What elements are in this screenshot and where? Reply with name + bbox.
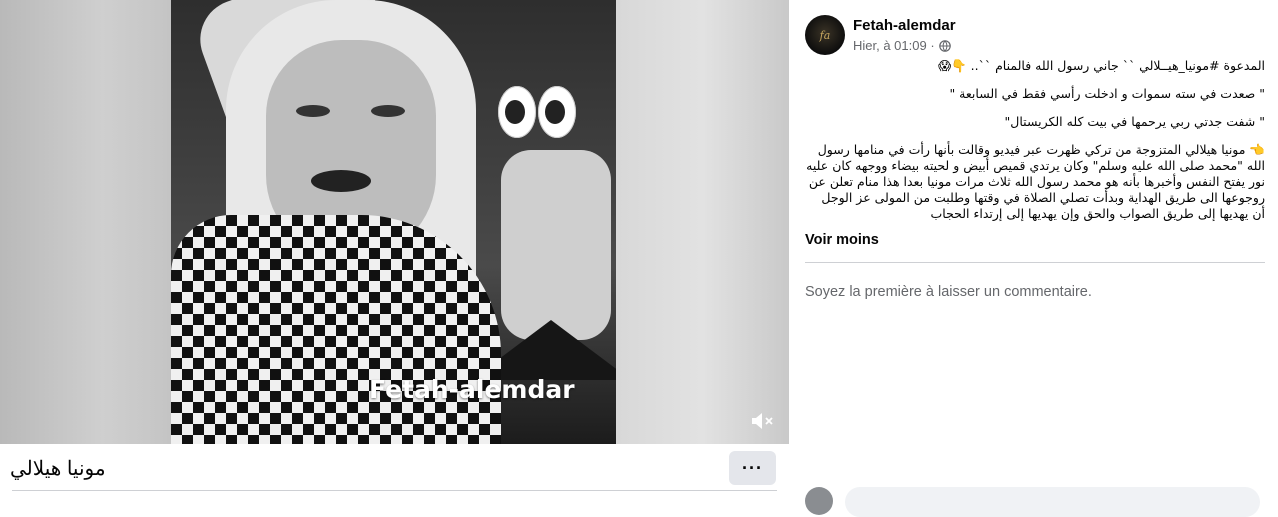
media-title: مونيا هيلالي [10, 458, 106, 480]
empty-comments-hint: Soyez la première à laisser un commentai… [805, 284, 1092, 300]
more-options-button[interactable]: ··· [729, 451, 776, 485]
caption-divider [12, 490, 777, 491]
page-avatar[interactable]: fa [805, 15, 845, 55]
panel-divider [805, 262, 1265, 263]
video-chair [501, 150, 611, 340]
post-body: المدعوة #مونيا_هيــلالي `` جاني رسول الل… [805, 58, 1265, 222]
commenter-avatar [805, 487, 833, 515]
video-watermark: Fetah-alemdar [369, 375, 575, 404]
post-line-4: 👈 مونيا هيلالي المتزوجة من تركي ظهرت عبر… [806, 142, 1265, 221]
globe-icon [938, 39, 951, 52]
video-person-shirt [171, 215, 501, 444]
video-person-eye-right [371, 105, 405, 117]
see-less-link[interactable]: Voir moins [805, 232, 879, 248]
post-timestamp[interactable]: Hier, à 01:09 · [853, 38, 935, 53]
blurred-backdrop-right [616, 0, 789, 444]
eyes-emoji-icon [498, 86, 576, 138]
blurred-backdrop-left [0, 0, 171, 444]
media-viewer[interactable]: Fetah-alemdar [0, 0, 789, 444]
media-caption-bar: مونيا هيلالي [0, 444, 789, 492]
video-player[interactable]: Fetah-alemdar [171, 0, 616, 444]
page-name-link[interactable]: Fetah-alemdar [853, 17, 956, 34]
post-line-3: " شفت جدتي ربي يرحمها في بيت كله الكريست… [1004, 114, 1265, 129]
post-line-2: " صعدت في سته سموات و ادخلت رأسي فقط في … [949, 86, 1265, 101]
video-person-mouth [311, 170, 371, 192]
post-meta: Hier, à 01:09 · [853, 38, 951, 53]
speaker-muted-icon[interactable] [750, 410, 776, 432]
video-person-eye-left [296, 105, 330, 117]
post-line-1: المدعوة #مونيا_هيــلالي `` جاني رسول الل… [938, 58, 1265, 73]
